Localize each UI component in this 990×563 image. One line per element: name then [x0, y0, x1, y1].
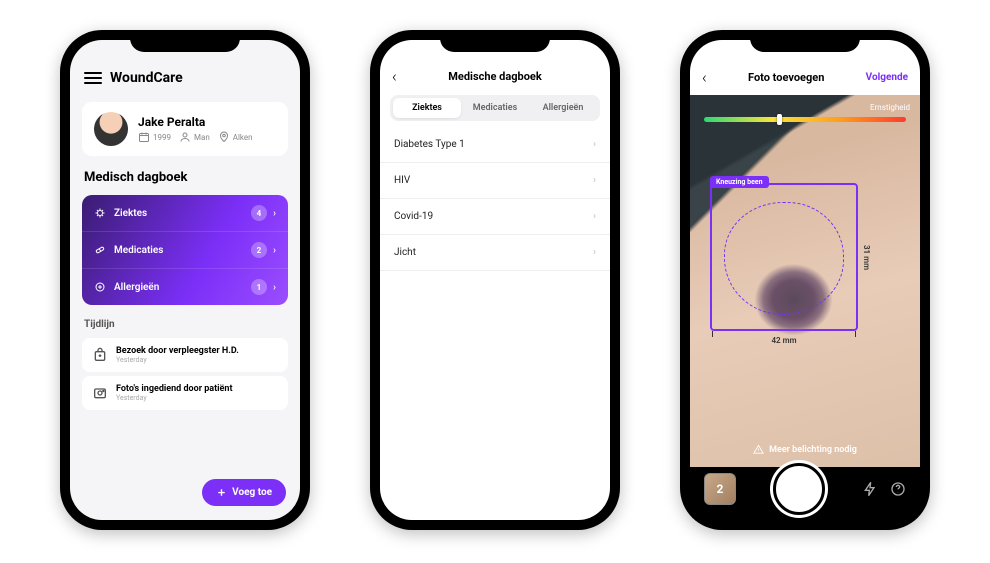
- list-item[interactable]: Jicht ›: [380, 235, 610, 271]
- timeline-date: Yesterday: [116, 356, 239, 364]
- patient-gender: Man: [179, 131, 210, 143]
- camera-viewport: Ernstigheid Kneuzing been 42 mm 31 mm Me…: [690, 95, 920, 467]
- back-button[interactable]: ‹: [392, 67, 397, 86]
- photo-count-thumbnail[interactable]: 2: [704, 473, 736, 505]
- back-button[interactable]: ‹: [702, 68, 707, 87]
- menu-icon[interactable]: [84, 72, 102, 84]
- wound-outline: [724, 202, 845, 314]
- patient-card[interactable]: Jake Peralta 1999 Man Alken: [82, 102, 288, 156]
- chevron-right-icon: ›: [273, 282, 276, 293]
- wound-label: Kneuzing been: [710, 176, 769, 188]
- notch: [440, 30, 550, 52]
- virus-icon: [94, 207, 106, 219]
- tab-medicaties[interactable]: Medicaties: [461, 98, 529, 118]
- wound-bounding-box[interactable]: Kneuzing been 42 mm 31 mm: [710, 183, 858, 331]
- disease-list: Diabetes Type 1 › HIV › Covid-19 › Jicht…: [380, 127, 610, 271]
- section-title-diary: Medisch dagboek: [70, 162, 300, 191]
- page-title: Medische dagboek: [448, 70, 541, 83]
- severity-slider-track[interactable]: [704, 117, 906, 122]
- pill-icon: [94, 244, 106, 256]
- diary-row-ziektes[interactable]: Ziektes 4 ›: [82, 195, 288, 232]
- list-item-label: Jicht: [394, 247, 416, 258]
- pin-icon: [218, 131, 230, 143]
- count-badge: 2: [251, 242, 267, 258]
- screen-dashboard: WoundCare Jake Peralta 1999 Man: [70, 40, 300, 520]
- diary-label: Allergieën: [114, 282, 159, 293]
- patient-location: Alken: [218, 131, 253, 143]
- list-item[interactable]: HIV ›: [380, 163, 610, 199]
- chevron-right-icon: ›: [593, 175, 596, 186]
- patient-year: 1999: [138, 131, 171, 143]
- severity-slider-thumb[interactable]: [777, 114, 782, 125]
- list-item-label: HIV: [394, 175, 410, 186]
- chevron-right-icon: ›: [593, 247, 596, 258]
- help-icon[interactable]: [890, 481, 906, 497]
- chevron-right-icon: ›: [593, 139, 596, 150]
- allergy-icon: [94, 281, 106, 293]
- fab-label: Voeg toe: [232, 487, 272, 498]
- page-title: Foto toevoegen: [748, 71, 824, 84]
- timeline-title: Foto's ingediend door patiënt: [116, 384, 233, 394]
- screen-camera: ‹ Foto toevoegen Volgende Ernstigheid Kn…: [690, 40, 920, 520]
- photo-icon: [92, 385, 108, 401]
- list-item[interactable]: Covid-19 ›: [380, 199, 610, 235]
- next-button[interactable]: Volgende: [866, 72, 908, 83]
- plus-icon: [216, 487, 227, 498]
- segmented-tabs: Ziektes Medicaties Allergieën: [390, 95, 600, 121]
- diary-row-allergieen[interactable]: Allergieën 1 ›: [82, 269, 288, 305]
- avatar: [94, 112, 128, 146]
- list-item-label: Diabetes Type 1: [394, 139, 465, 150]
- screen-diary-list: ‹ Medische dagboek Ziektes Medicaties Al…: [380, 40, 610, 520]
- diary-label: Medicaties: [114, 245, 163, 256]
- diary-row-medicaties[interactable]: Medicaties 2 ›: [82, 232, 288, 269]
- timeline-item[interactable]: Foto's ingediend door patiënt Yesterday: [82, 376, 288, 410]
- phone-2: ‹ Medische dagboek Ziektes Medicaties Al…: [370, 30, 620, 530]
- notch: [130, 30, 240, 52]
- phone-1: WoundCare Jake Peralta 1999 Man: [60, 30, 310, 530]
- aux-controls: [862, 481, 906, 497]
- count-badge: 4: [251, 205, 267, 221]
- phone-3: ‹ Foto toevoegen Volgende Ernstigheid Kn…: [680, 30, 930, 530]
- notch: [750, 30, 860, 52]
- chevron-right-icon: ›: [273, 245, 276, 256]
- list-item[interactable]: Diabetes Type 1 ›: [380, 127, 610, 163]
- count-badge: 1: [251, 279, 267, 295]
- shutter-button[interactable]: [773, 463, 825, 515]
- diary-card: Ziektes 4 › Medicaties 2 ›: [82, 195, 288, 305]
- flash-icon[interactable]: [862, 481, 878, 497]
- dimension-height: 31 mm: [860, 185, 874, 329]
- nurse-icon: [92, 347, 108, 363]
- tab-allergieen[interactable]: Allergieën: [529, 98, 597, 118]
- section-title-timeline: Tijdlijn: [70, 309, 300, 334]
- timeline-date: Yesterday: [116, 394, 233, 402]
- warning-icon: [753, 444, 764, 455]
- patient-info: Jake Peralta 1999 Man Alken: [138, 115, 253, 143]
- chevron-right-icon: ›: [593, 211, 596, 222]
- chevron-right-icon: ›: [273, 208, 276, 219]
- calendar-icon: [138, 131, 150, 143]
- timeline-title: Bezoek door verpleegster H.D.: [116, 346, 239, 356]
- lighting-warning: Meer belichting nodig: [690, 444, 920, 455]
- add-button[interactable]: Voeg toe: [202, 479, 286, 506]
- list-item-label: Covid-19: [394, 211, 433, 222]
- patient-name: Jake Peralta: [138, 115, 253, 129]
- tab-ziektes[interactable]: Ziektes: [393, 98, 461, 118]
- app-title: WoundCare: [110, 70, 183, 86]
- camera-controls: 2: [690, 458, 920, 520]
- dimension-width: 42 mm: [712, 336, 856, 345]
- diary-label: Ziektes: [114, 208, 147, 219]
- person-icon: [179, 131, 191, 143]
- timeline-item[interactable]: Bezoek door verpleegster H.D. Yesterday: [82, 338, 288, 372]
- severity-label: Ernstigheid: [870, 103, 910, 112]
